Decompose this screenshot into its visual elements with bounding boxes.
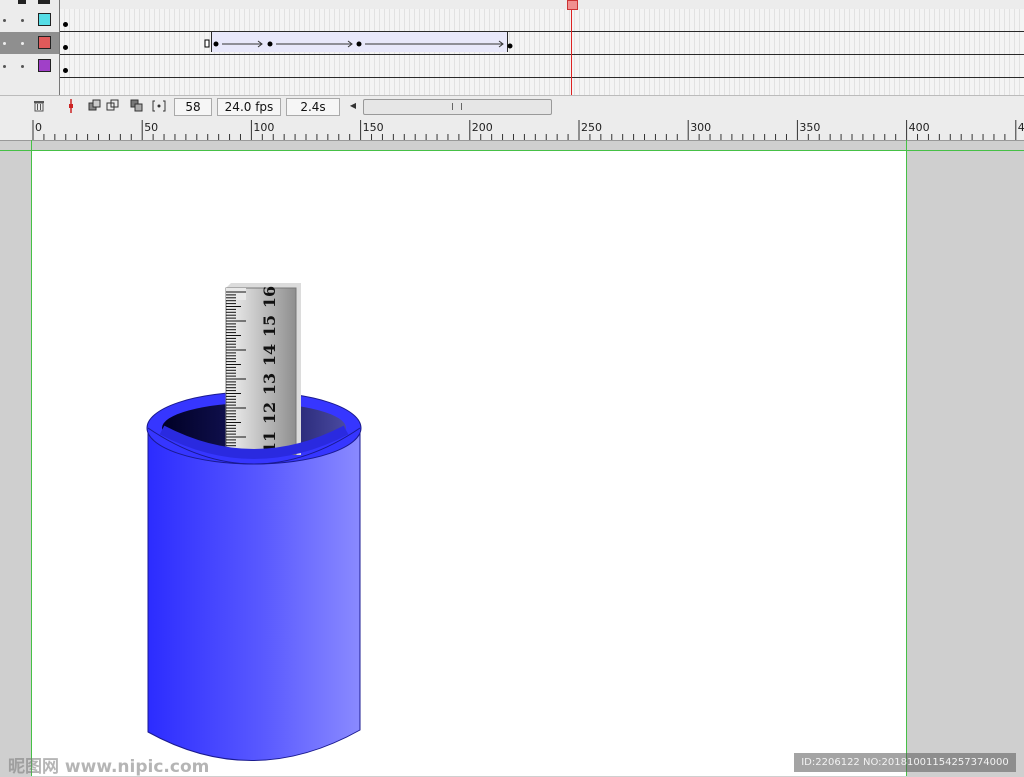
- ruler-number: 12: [260, 402, 279, 424]
- ruler-number: 13: [260, 373, 279, 395]
- stage-artwork: 161514131211: [146, 283, 362, 761]
- watermark-site-text: 昵图网 www.nipic.com: [8, 757, 210, 777]
- ruler-number: 14: [260, 344, 279, 366]
- watermark-id-text: ID:2206122 NO:20181001154257374000: [794, 753, 1016, 772]
- watermark-bar: 昵图网 www.nipic.com ID:2206122 NO:20181001…: [0, 750, 1024, 777]
- cup-body[interactable]: [147, 427, 361, 761]
- ruler-number: 15: [260, 315, 279, 337]
- ruler-object[interactable]: 161514131211: [225, 283, 301, 455]
- ruler-number: 16: [260, 286, 279, 308]
